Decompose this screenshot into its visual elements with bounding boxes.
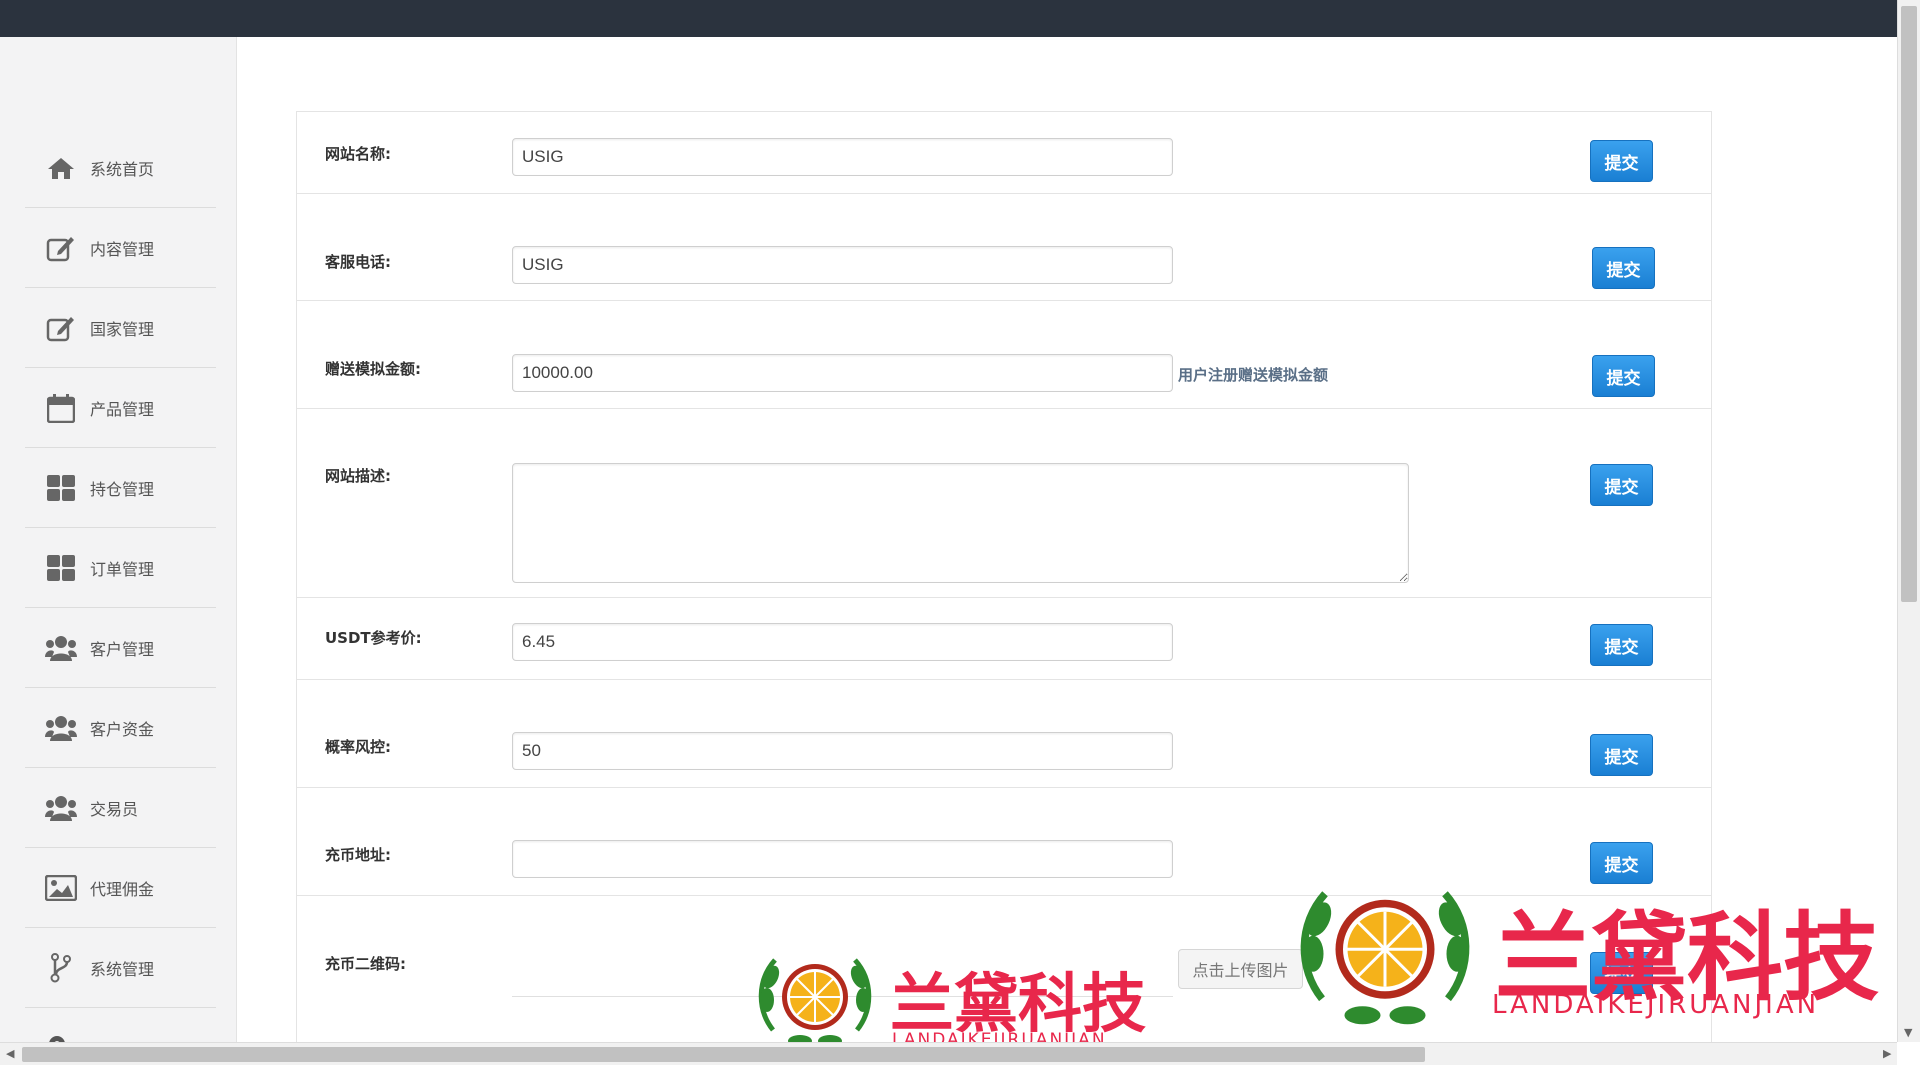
deposit-qrcode-underline — [512, 996, 1173, 997]
sidebar-item-country[interactable]: 国家管理 — [25, 288, 216, 368]
sidebar-item-commission[interactable]: 代理佣金 — [25, 848, 216, 928]
service-phone-input[interactable] — [512, 246, 1173, 284]
home-icon — [44, 151, 78, 185]
horizontal-scrollbar[interactable]: ◀ ▶ — [0, 1042, 1897, 1065]
risk-control-label: 概率风控: — [325, 738, 391, 756]
site-description-textarea[interactable] — [512, 463, 1409, 583]
vertical-scroll-thumb[interactable] — [1901, 6, 1917, 602]
scroll-down-arrow-icon[interactable]: ▼ — [1904, 1026, 1912, 1039]
service-phone-label: 客服电话: — [325, 253, 391, 271]
sidebar-item-customers[interactable]: 客户管理 — [25, 608, 216, 688]
risk-control-input[interactable] — [512, 732, 1173, 770]
form-row-service-phone: 客服电话: 提交 — [297, 193, 1711, 301]
sidebar-item-label: 交易员 — [90, 799, 139, 819]
sidebar-item-label: 系统首页 — [90, 159, 155, 179]
demo-amount-label: 赠送模拟金额: — [325, 360, 421, 378]
usdt-price-submit-button[interactable]: 提交 — [1590, 624, 1653, 666]
sidebar-item-label: 持仓管理 — [90, 479, 155, 499]
service-phone-submit-button[interactable]: 提交 — [1592, 247, 1655, 289]
form-row-site-name: 网站名称: 提交 — [297, 112, 1711, 194]
scroll-left-arrow-icon[interactable]: ◀ — [6, 1047, 14, 1060]
demo-amount-submit-button[interactable]: 提交 — [1592, 355, 1655, 397]
sidebar: 系统首页 内容管理 国家管理 产品管理 持仓管理 订单管理 客户管理 客户资金 … — [0, 37, 237, 1044]
sidebar-item-home[interactable]: 系统首页 — [25, 128, 216, 208]
top-navbar — [0, 0, 1897, 37]
deposit-qrcode-submit-button[interactable]: 提交 — [1590, 952, 1653, 994]
sidebar-item-label: 产品管理 — [90, 399, 155, 419]
site-name-input[interactable] — [512, 138, 1173, 176]
sidebar-item-label: 系统管理 — [90, 959, 155, 979]
deposit-address-input[interactable] — [512, 840, 1173, 878]
settings-form: 网站名称: 提交 客服电话: 提交 赠送模拟金额: 用户注册赠送模拟金额 提交 … — [296, 111, 1712, 1043]
branch-icon — [44, 951, 78, 985]
scroll-right-arrow-icon[interactable]: ▶ — [1883, 1047, 1891, 1060]
sidebar-item-label: 客户管理 — [90, 639, 155, 659]
site-name-submit-button[interactable]: 提交 — [1590, 140, 1653, 182]
users-icon — [44, 791, 78, 825]
deposit-address-submit-button[interactable]: 提交 — [1590, 842, 1653, 884]
form-row-demo-amount: 赠送模拟金额: 用户注册赠送模拟金额 提交 — [297, 300, 1711, 409]
users-icon — [44, 711, 78, 745]
sidebar-item-system[interactable]: 系统管理 — [25, 928, 216, 1008]
deposit-qrcode-label: 充币二维码: — [325, 955, 406, 973]
sidebar-item-content[interactable]: 内容管理 — [25, 208, 216, 288]
risk-control-submit-button[interactable]: 提交 — [1590, 734, 1653, 776]
sidebar-item-label: 订单管理 — [90, 559, 155, 579]
sidebar-item-label: 内容管理 — [90, 239, 155, 259]
demo-amount-input[interactable] — [512, 354, 1173, 392]
sidebar-item-label: 国家管理 — [90, 319, 155, 339]
sidebar-item-traders[interactable]: 交易员 — [25, 768, 216, 848]
edit-icon — [44, 311, 78, 345]
usdt-price-label: USDT参考价: — [325, 629, 422, 647]
sidebar-item-funds[interactable]: 客户资金 — [25, 688, 216, 768]
demo-amount-hint: 用户注册赠送模拟金额 — [1178, 366, 1329, 384]
form-row-deposit-qrcode: 充币二维码: 点击上传图片 提交 — [297, 895, 1711, 1043]
horizontal-scroll-thumb[interactable] — [22, 1047, 1425, 1062]
upload-image-button[interactable]: 点击上传图片 — [1178, 949, 1303, 989]
grid-icon — [44, 551, 78, 585]
sidebar-item-position[interactable]: 持仓管理 — [25, 448, 216, 528]
vertical-scrollbar[interactable]: ▼ — [1897, 0, 1920, 1042]
site-name-label: 网站名称: — [325, 145, 391, 163]
deposit-address-label: 充币地址: — [325, 846, 391, 864]
image-icon — [44, 871, 78, 905]
sidebar-item-label: 代理佣金 — [90, 879, 155, 899]
sidebar-item-orders[interactable]: 订单管理 — [25, 528, 216, 608]
sidebar-item-product[interactable]: 产品管理 — [25, 368, 216, 448]
calendar-icon — [44, 391, 78, 425]
edit-icon — [44, 231, 78, 265]
usdt-price-input[interactable] — [512, 623, 1173, 661]
form-row-deposit-address: 充币地址: 提交 — [297, 787, 1711, 896]
form-row-usdt-price: USDT参考价: 提交 — [297, 597, 1711, 680]
form-row-risk-control: 概率风控: 提交 — [297, 679, 1711, 788]
users-icon — [44, 631, 78, 665]
site-description-label: 网站描述: — [325, 467, 391, 485]
site-description-submit-button[interactable]: 提交 — [1590, 464, 1653, 506]
form-row-site-description: 网站描述: 提交 — [297, 408, 1711, 598]
sidebar-item-label: 客户资金 — [90, 719, 155, 739]
grid-icon — [44, 471, 78, 505]
